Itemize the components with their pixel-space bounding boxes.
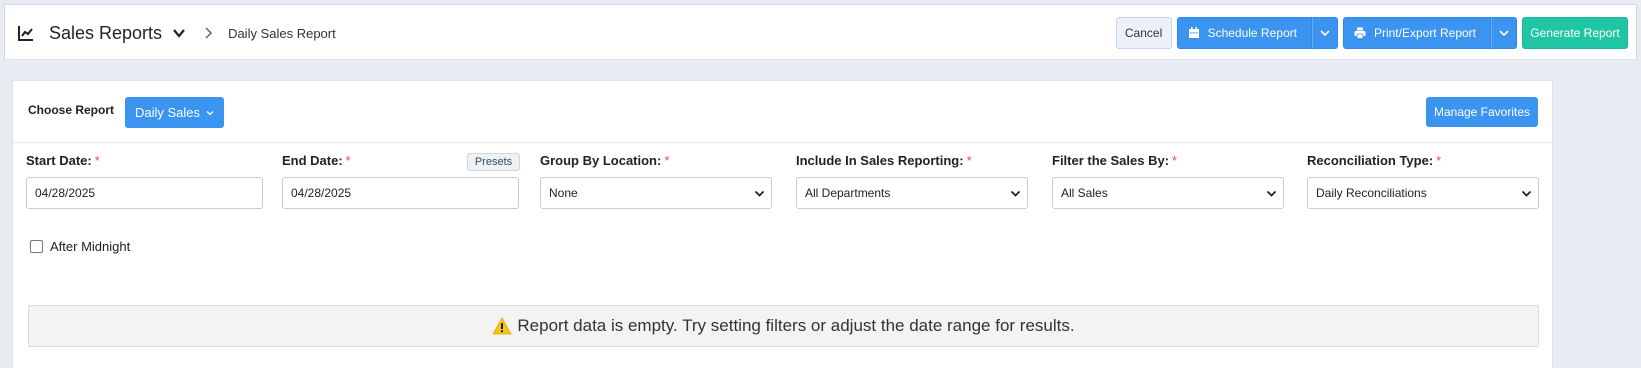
start-date-field: Start Date: * 04/28/2025: [26, 153, 263, 209]
schedule-report-dropdown[interactable]: [1311, 17, 1338, 49]
printer-icon: [1354, 27, 1366, 39]
include-sales-reporting-label: Include In Sales Reporting: *: [796, 153, 972, 168]
chevron-down-icon: [754, 190, 765, 197]
top-bar: Sales Reports Daily Sales Report Cancel …: [4, 4, 1637, 60]
reconciliation-type-label: Reconciliation Type: *: [1307, 153, 1442, 168]
print-export-label: Print/Export Report: [1373, 26, 1476, 40]
chevron-down-icon[interactable]: [172, 26, 186, 40]
after-midnight-option: After Midnight: [30, 239, 130, 254]
after-midnight-label: After Midnight: [50, 239, 131, 254]
schedule-report-button[interactable]: Schedule Report: [1176, 17, 1312, 49]
toolbar: Cancel Schedule Report Print/Export Repo…: [1115, 17, 1628, 49]
line-chart-icon: [18, 26, 33, 41]
empty-report-message: Report data is empty. Try setting filter…: [517, 316, 1075, 335]
chevron-down-icon: [206, 110, 214, 115]
end-date-input[interactable]: 04/28/2025: [282, 177, 519, 209]
filter-sales-by-label: Filter the Sales By: *: [1052, 153, 1178, 168]
report-select-button[interactable]: Daily Sales: [125, 97, 224, 128]
chevron-down-icon: [1010, 190, 1021, 197]
calendar-icon: [1188, 27, 1199, 38]
filter-sales-by-field: Filter the Sales By: * All Sales: [1052, 153, 1284, 209]
schedule-report-label: Schedule Report: [1207, 26, 1297, 40]
after-midnight-checkbox[interactable]: [30, 240, 43, 253]
schedule-report-split: Schedule Report: [1176, 17, 1338, 49]
report-select-label: Daily Sales: [134, 105, 201, 120]
group-by-location-select[interactable]: None: [540, 177, 772, 209]
presets-button[interactable]: Presets: [467, 153, 520, 171]
choose-report-label: Choose Report: [28, 103, 115, 117]
reconciliation-type-select[interactable]: Daily Reconciliations: [1307, 177, 1539, 209]
chevron-down-icon: [1266, 190, 1277, 197]
chevron-down-icon: [1320, 30, 1330, 37]
print-export-button[interactable]: Print/Export Report: [1342, 17, 1491, 49]
start-date-label: Start Date: *: [26, 153, 100, 168]
end-date-field: End Date: * Presets 04/28/2025: [282, 153, 520, 209]
warning-icon: [492, 317, 513, 335]
include-sales-reporting-field: Include In Sales Reporting: * All Departm…: [796, 153, 1028, 209]
report-panel: Choose Report Daily Sales Manage Favorit…: [12, 80, 1553, 368]
reconciliation-type-field: Reconciliation Type: * Daily Reconciliati…: [1307, 153, 1539, 209]
page-title: Sales Reports: [49, 22, 163, 43]
header-left: Sales Reports Daily Sales Report: [17, 5, 336, 61]
group-by-location-field: Group By Location: * None: [540, 153, 772, 209]
chevron-down-icon: [1499, 30, 1509, 37]
group-by-location-label: Group By Location: *: [540, 153, 670, 168]
chevron-right-icon: [205, 27, 213, 39]
cancel-button[interactable]: Cancel: [1115, 17, 1172, 49]
print-export-split: Print/Export Report: [1342, 17, 1517, 49]
breadcrumb[interactable]: Daily Sales Report: [228, 26, 336, 41]
choose-report-row: Choose Report Daily Sales Manage Favorit…: [13, 81, 1552, 143]
generate-report-button[interactable]: Generate Report: [1522, 17, 1628, 49]
include-sales-reporting-select[interactable]: All Departments: [796, 177, 1028, 209]
chevron-down-icon: [1521, 190, 1532, 197]
filter-sales-by-select[interactable]: All Sales: [1052, 177, 1284, 209]
empty-report-alert: Report data is empty. Try setting filter…: [28, 305, 1539, 347]
manage-favorites-button[interactable]: Manage Favorites: [1426, 97, 1538, 127]
start-date-input[interactable]: 04/28/2025: [26, 177, 263, 209]
print-export-dropdown[interactable]: [1491, 17, 1517, 49]
